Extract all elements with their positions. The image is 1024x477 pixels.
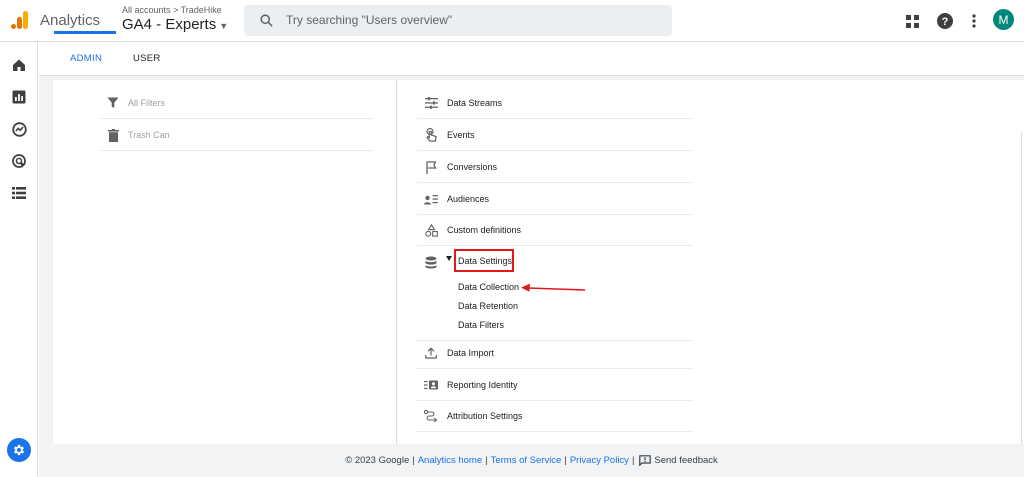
more-vert-icon[interactable] [964,11,984,31]
admin-tabs: ADMIN USER [39,42,1024,76]
search-icon [260,14,273,27]
top-app-bar: Analytics All accounts > TradeHike GA4 -… [0,0,1024,42]
explore-icon[interactable] [10,120,28,138]
configure-icon[interactable] [10,184,28,202]
menu-item-custom-definitions[interactable]: Custom definitions [417,214,693,246]
scrollbar-track[interactable] [1021,132,1022,444]
menu-item-label: Reporting Identity [447,380,518,390]
analytics-logo[interactable] [10,10,30,30]
help-icon[interactable]: ? [935,11,955,31]
menu-item-label: Data Import [447,348,495,358]
menu-item-audiences[interactable]: Audiences [417,183,693,215]
tab-admin[interactable]: ADMIN [70,53,102,64]
highlight-box [454,249,514,272]
menu-item-data-import[interactable]: Data Import [417,337,693,369]
search-bar[interactable] [244,5,672,36]
advertising-icon[interactable] [10,152,28,170]
menu-item-label: Attribution Settings [447,411,523,421]
terms-of-service-link[interactable]: Terms of Service [491,455,562,466]
avatar[interactable]: M [993,9,1014,30]
menu-item-label: Audiences [447,194,490,204]
svg-text:?: ? [942,16,949,28]
reports-icon[interactable] [10,88,28,106]
account-breadcrumb: All accounts > TradeHike [122,5,222,15]
attribution-icon [424,409,438,423]
menu-item-reporting-identity[interactable]: Reporting Identity [417,369,693,401]
trash-icon [106,128,120,142]
left-nav-rail [0,42,38,477]
copyright-text: © 2023 Google [345,455,410,466]
menu-item-data-streams[interactable]: Data Streams [417,87,693,119]
annotation-arrow [521,283,586,292]
apps-grid-icon[interactable] [902,11,922,31]
menu-item-label: All Filters [128,98,166,108]
touch-icon [424,128,438,142]
menu-item-conversions[interactable]: Conversions [417,151,693,183]
database-icon [424,255,438,269]
analytics-home-link[interactable]: Analytics home [418,455,482,466]
submenu-item-data-collection[interactable]: Data Collection [458,282,519,292]
submenu-item-data-retention[interactable]: Data Retention [458,301,518,311]
column-divider [396,80,397,444]
tab-user[interactable]: USER [133,53,161,64]
filter-icon [106,96,120,110]
home-icon[interactable] [10,56,28,74]
account-picker[interactable]: All accounts > TradeHike GA4 - Experts ▼ [122,5,228,33]
active-tab-indicator [54,31,116,34]
send-feedback-label: Send feedback [654,455,718,466]
footer: © 2023 Google | Analytics home | Terms o… [39,444,1024,477]
menu-item-label: Data Streams [447,98,503,108]
submenu-item-data-filters[interactable]: Data Filters [458,320,504,330]
menu-item-trash-can[interactable]: Trash Can [100,119,374,151]
menu-item-label: Events [447,130,475,140]
app-name: Analytics [40,12,101,29]
upload-icon [424,346,438,360]
property-name: GA4 - Experts [122,16,217,33]
menu-item-label: Custom definitions [447,225,522,235]
dropdown-caret-icon: ▼ [219,21,229,31]
search-input[interactable] [286,11,656,29]
privacy-policy-link[interactable]: Privacy Policy [570,455,629,466]
feedback-icon [639,455,652,466]
menu-item-attribution-settings[interactable]: Attribution Settings [417,400,693,432]
menu-item-events[interactable]: Events [417,119,693,151]
admin-gear-icon[interactable] [7,438,31,462]
flag-icon [424,160,438,174]
data-streams-icon [424,96,438,110]
audiences-icon [424,192,438,206]
send-feedback-button[interactable]: Send feedback [639,455,718,466]
menu-item-all-filters[interactable]: All Filters [100,87,374,119]
menu-item-label: Conversions [447,162,498,172]
reporting-identity-icon [424,378,438,392]
menu-item-label: Trash Can [128,130,170,140]
shapes-icon [424,223,438,237]
expand-caret-icon[interactable] [446,256,452,261]
